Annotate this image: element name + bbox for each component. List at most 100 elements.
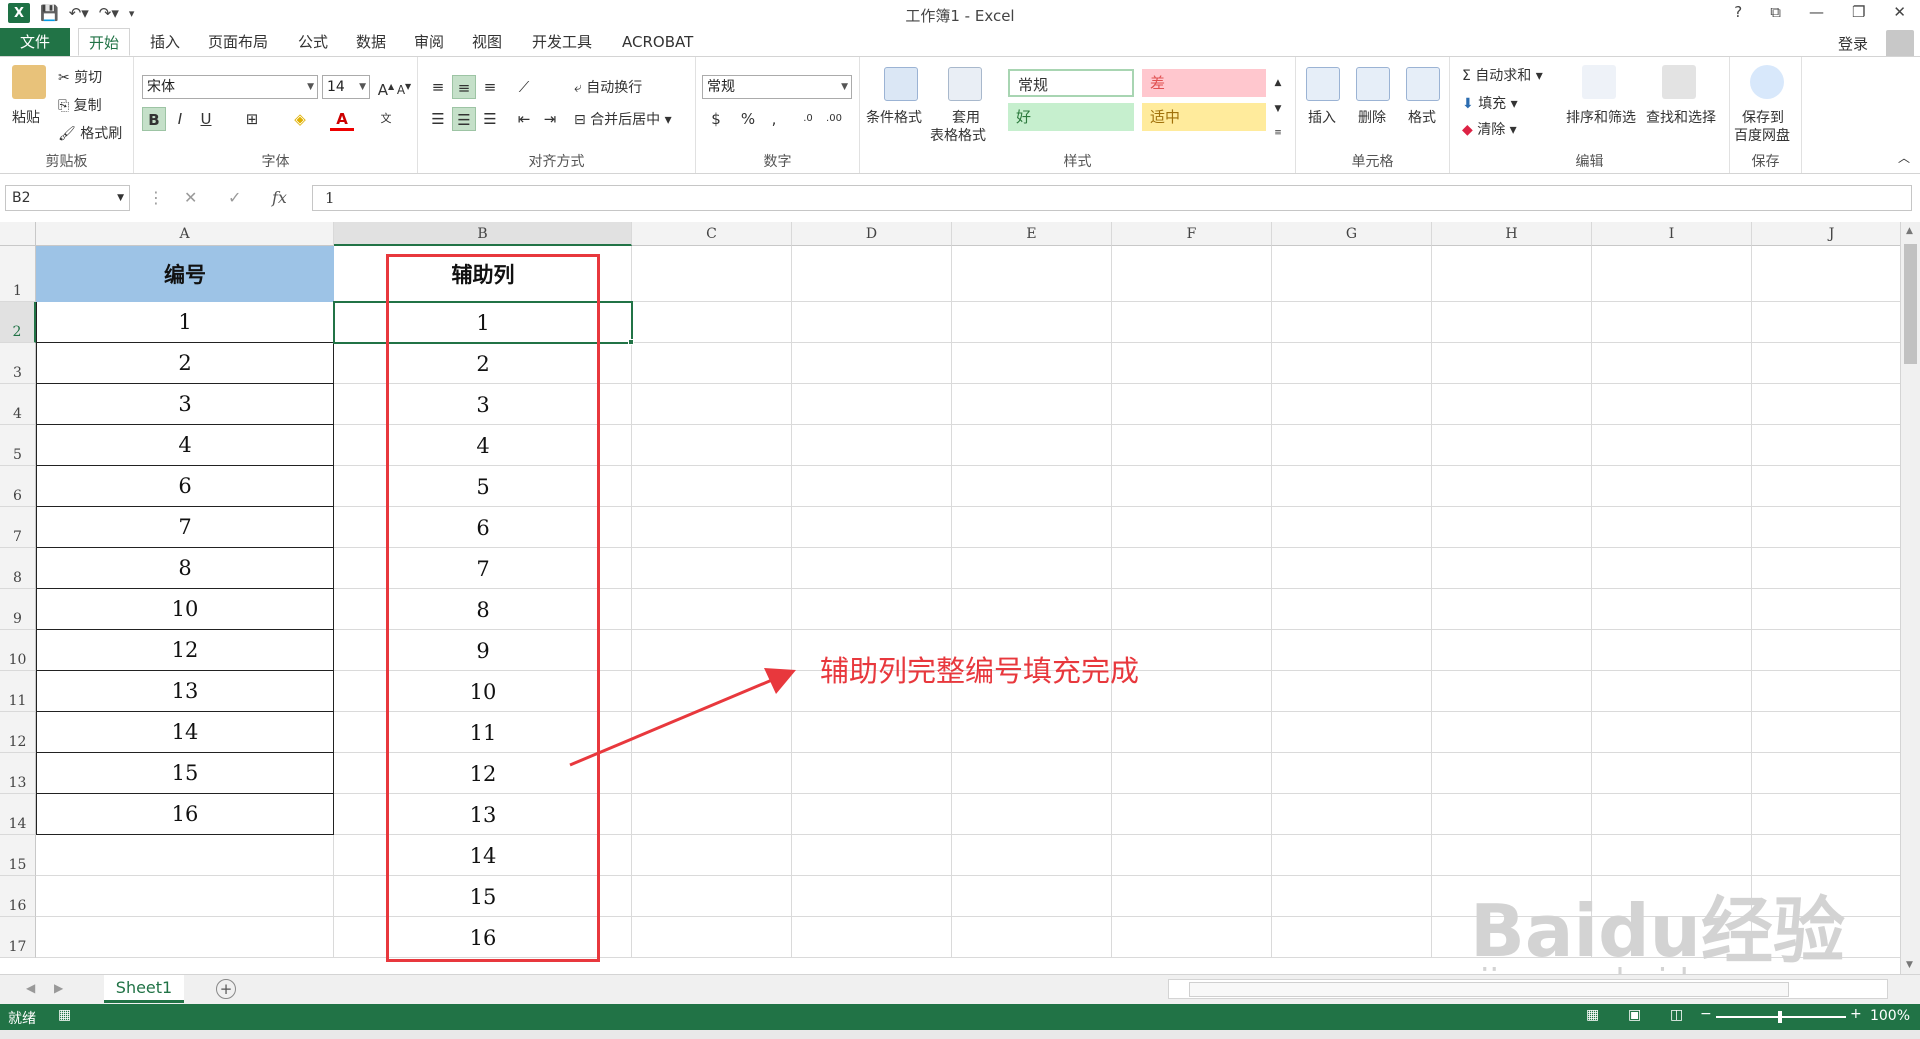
format-cells-icon[interactable]	[1406, 67, 1440, 101]
table-format-icon[interactable]	[948, 67, 982, 101]
sort-filter-icon[interactable]	[1582, 65, 1616, 99]
find-select-button[interactable]: 查找和选择	[1646, 107, 1716, 127]
conditional-format-icon[interactable]	[884, 67, 918, 101]
decrease-indent-icon[interactable]: ⇤	[512, 107, 536, 131]
page-layout-view-icon[interactable]: ▣	[1628, 1007, 1641, 1023]
collapse-ribbon-icon[interactable]: ︿	[1898, 149, 1910, 166]
paste-button[interactable]: 粘贴	[12, 107, 40, 127]
help-icon[interactable]: ?	[1734, 3, 1742, 21]
border-icon[interactable]: ⊞	[240, 107, 264, 131]
sheet-tab-sheet1[interactable]: Sheet1	[104, 975, 184, 1003]
zoom-in-icon[interactable]: +	[1850, 1006, 1862, 1022]
align-left-icon[interactable]: ☰	[426, 107, 450, 131]
wrap-text-button[interactable]: ⤶ 自动换行	[574, 77, 642, 97]
tab-insert[interactable]: 插入	[140, 28, 190, 56]
restore-icon[interactable]: ❐	[1852, 3, 1865, 21]
increase-indent-icon[interactable]: ⇥	[538, 107, 562, 131]
orientation-icon[interactable]: ⟋	[512, 75, 536, 99]
tab-home[interactable]: 开始	[78, 28, 131, 56]
tab-view[interactable]: 视图	[462, 28, 512, 56]
ribbon-display-icon[interactable]: ⧉	[1770, 3, 1781, 21]
font-size-combo[interactable]: 14 ▼	[322, 75, 370, 99]
baidu-netdisk-icon[interactable]	[1750, 65, 1784, 99]
zoom-slider-knob[interactable]	[1778, 1011, 1782, 1023]
scroll-down-icon[interactable]: ▼	[1906, 960, 1913, 970]
name-box[interactable]: B2 ▼	[5, 185, 130, 211]
insert-cells-button[interactable]: 插入	[1308, 107, 1336, 127]
number-format-combo[interactable]: 常规 ▼	[702, 75, 852, 99]
vertical-scrollbar[interactable]: ▲ ▼	[1900, 222, 1920, 974]
avatar[interactable]	[1886, 30, 1914, 58]
increase-decimal-icon[interactable]: .0	[796, 107, 820, 131]
copy-button[interactable]: ⎘ 复制	[58, 95, 102, 115]
tab-developer[interactable]: 开发工具	[522, 28, 602, 56]
comma-button[interactable]: ,	[762, 107, 786, 131]
fill-button[interactable]: ⬇ 填充 ▾	[1462, 93, 1518, 113]
currency-icon[interactable]: $	[704, 107, 728, 131]
clear-button[interactable]: ◆ 清除 ▾	[1462, 119, 1517, 139]
tab-acrobat[interactable]: ACROBAT	[612, 28, 703, 56]
scroll-up-icon[interactable]: ▲	[1906, 226, 1913, 236]
minimize-icon[interactable]: —	[1809, 3, 1824, 21]
page-break-view-icon[interactable]: ◫	[1670, 1007, 1683, 1023]
align-bottom-icon[interactable]: ≡	[478, 75, 502, 99]
paste-icon[interactable]	[12, 65, 46, 99]
horizontal-scrollbar[interactable]	[1168, 979, 1888, 999]
style-good[interactable]: 好	[1008, 103, 1134, 131]
insert-function-icon[interactable]: fx	[272, 188, 287, 207]
tab-formulas[interactable]: 公式	[288, 28, 338, 56]
login-link[interactable]: 登录	[1838, 33, 1868, 54]
find-select-icon[interactable]	[1662, 65, 1696, 99]
styles-more-icon[interactable]: ≡	[1270, 121, 1286, 145]
style-neutral[interactable]: 适中	[1142, 103, 1266, 131]
insert-cells-icon[interactable]	[1306, 67, 1340, 101]
italic-button[interactable]: I	[168, 107, 192, 131]
table-format-button-line1[interactable]: 套用	[952, 107, 980, 127]
macro-record-icon[interactable]: ▦	[58, 1007, 71, 1023]
decrease-decimal-icon[interactable]: .00	[822, 107, 846, 131]
align-top-icon[interactable]: ≡	[426, 75, 450, 99]
add-sheet-icon[interactable]: +	[216, 979, 236, 999]
underline-button[interactable]: U	[194, 107, 218, 131]
font-color-icon[interactable]: A	[330, 107, 354, 131]
next-sheet-icon[interactable]: ▶	[54, 981, 63, 995]
format-painter-button[interactable]: 🖌 格式刷	[58, 123, 122, 143]
tab-file[interactable]: 文件	[0, 28, 70, 56]
shrink-font-icon[interactable]: A▼	[392, 75, 416, 99]
horizontal-scroll-thumb[interactable]	[1189, 982, 1789, 997]
align-center-icon[interactable]: ☰	[452, 107, 476, 131]
vertical-scroll-thumb[interactable]	[1904, 244, 1917, 364]
save-to-netdisk-line1[interactable]: 保存到	[1742, 107, 1784, 127]
formula-input[interactable]: 1	[312, 185, 1912, 211]
tab-data[interactable]: 数据	[346, 28, 396, 56]
conditional-format-button[interactable]: 条件格式	[866, 107, 922, 127]
align-right-icon[interactable]: ☰	[478, 107, 502, 131]
enter-icon[interactable]: ✓	[228, 188, 241, 207]
zoom-level[interactable]: 100%	[1870, 1008, 1910, 1024]
sort-filter-button[interactable]: 排序和筛选	[1566, 107, 1636, 127]
align-middle-icon[interactable]: ≡	[452, 75, 476, 99]
styles-scroll-up-icon[interactable]: ▲	[1270, 71, 1286, 95]
bold-button[interactable]: B	[142, 107, 166, 131]
normal-view-icon[interactable]: ▦	[1586, 1007, 1599, 1023]
styles-scroll-down-icon[interactable]: ▼	[1270, 97, 1286, 121]
style-normal[interactable]: 常规	[1008, 69, 1134, 97]
format-cells-button[interactable]: 格式	[1408, 107, 1436, 127]
style-bad[interactable]: 差	[1142, 69, 1266, 97]
save-to-netdisk-line2[interactable]: 百度网盘	[1734, 125, 1790, 145]
prev-sheet-icon[interactable]: ◀	[26, 981, 35, 995]
zoom-slider[interactable]	[1716, 1011, 1846, 1023]
percent-button[interactable]: %	[736, 107, 760, 131]
phonetic-icon[interactable]: 文	[374, 107, 398, 131]
merge-center-button[interactable]: ⊟ 合并后居中 ▾	[574, 109, 672, 129]
cut-button[interactable]: ✂ 剪切	[58, 67, 102, 87]
delete-cells-button[interactable]: 删除	[1358, 107, 1386, 127]
table-format-button-line2[interactable]: 表格格式	[930, 125, 986, 145]
tab-review[interactable]: 审阅	[404, 28, 454, 56]
zoom-out-icon[interactable]: −	[1700, 1006, 1712, 1022]
tab-page-layout[interactable]: 页面布局	[198, 28, 278, 56]
autosum-button[interactable]: Σ 自动求和 ▾	[1462, 65, 1543, 85]
cancel-icon[interactable]: ✕	[184, 188, 197, 207]
worksheet-grid[interactable]: A B C D E F G H I J 1 2 3 4 5 6 7 8 9 10 11 12 13 14 15 16 17 编号 辅助列…	[0, 222, 1920, 974]
close-icon[interactable]: ✕	[1893, 3, 1906, 21]
